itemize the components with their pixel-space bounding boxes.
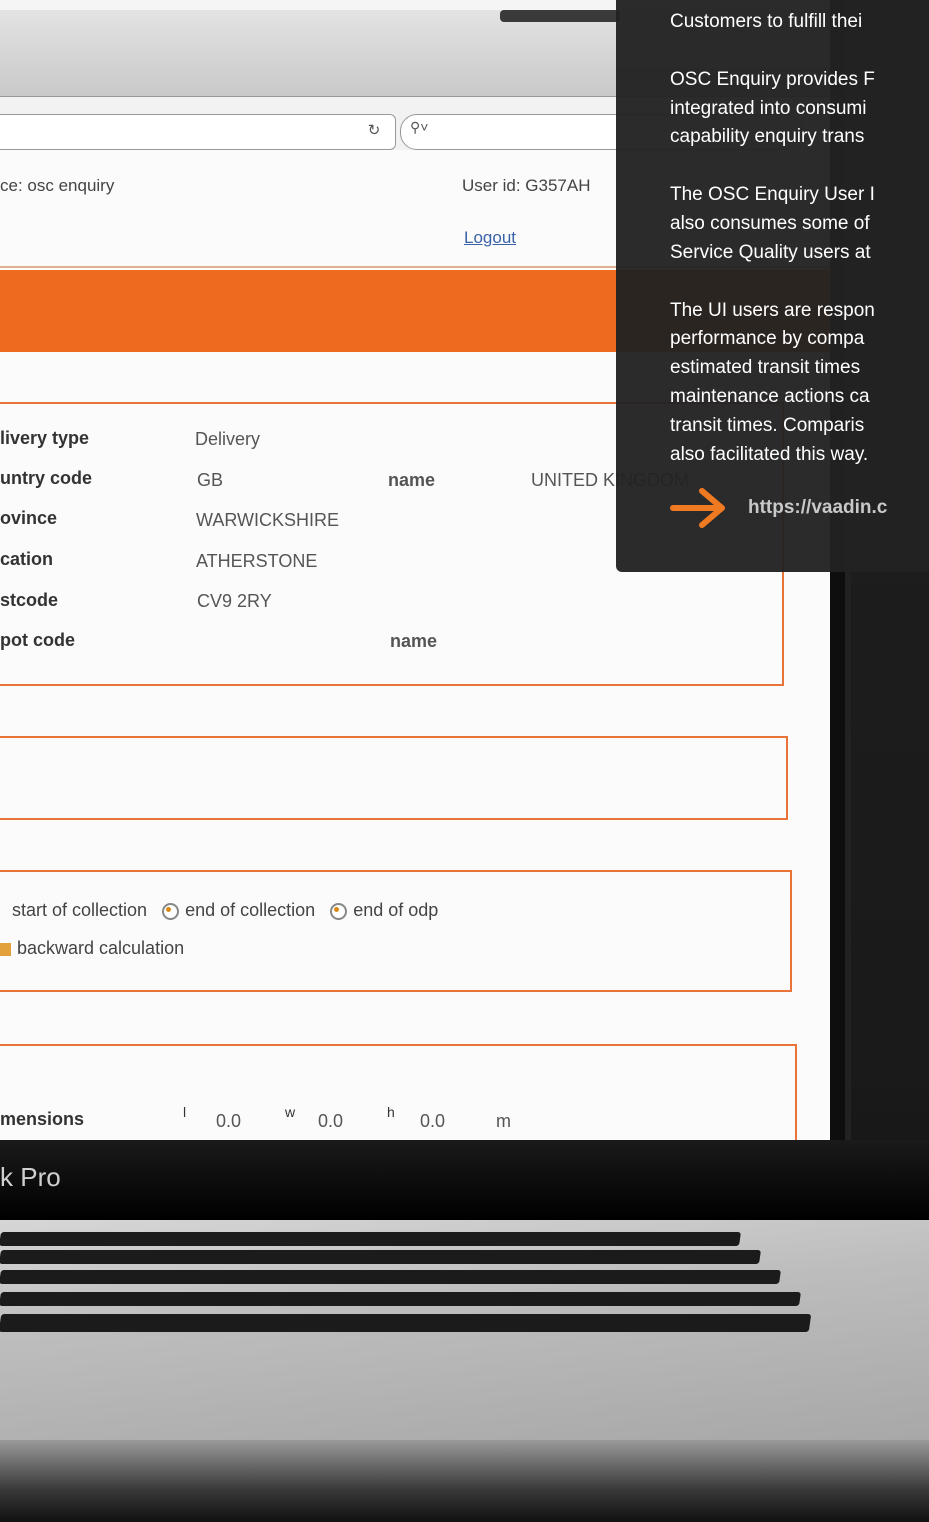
overlay-line: The UI users are respon (670, 299, 875, 321)
laptop-palmrest (0, 1440, 929, 1522)
field-label-depot-code: pot code (0, 630, 75, 650)
search-icon: ⚲˅ (410, 119, 429, 135)
dim-w-value[interactable]: 0.0 (318, 1111, 343, 1132)
dim-h-value[interactable]: 0.0 (420, 1111, 445, 1132)
service-label: ce: osc enquiry (0, 176, 115, 195)
field-label-postcode: stcode (0, 590, 59, 610)
overlay-url-link[interactable]: https://vaadin.c (748, 497, 887, 519)
empty-section (0, 736, 788, 820)
overlay-link-row[interactable]: https://vaadin.c (670, 487, 887, 529)
depot-name-label: name (390, 631, 438, 651)
overlay-line: maintenance actions ca (670, 385, 870, 407)
logout-link[interactable]: Logout (464, 228, 516, 248)
backward-calc-row: backward calculation (0, 938, 184, 959)
laptop-brand-label: k Pro (0, 1162, 61, 1192)
laptop-bezel (0, 1140, 929, 1220)
dim-h-label: h (387, 1104, 395, 1120)
dim-l-value[interactable]: 0.0 (216, 1111, 241, 1132)
option-end-of-odp[interactable]: end of odp (353, 900, 438, 920)
field-label-location: cation (0, 549, 54, 569)
field-value-postcode: CV9 2RY (197, 591, 272, 611)
overlay-line: integrated into consumi (670, 97, 867, 119)
backward-calculation-label: backward calculation (17, 938, 185, 958)
option-start-of-collection[interactable]: start of collection (12, 900, 147, 920)
user-id-label: User id: G357AH (462, 176, 591, 195)
address-bar[interactable] (0, 114, 396, 150)
calc-options-row: start of collection end of collection en… (0, 900, 438, 921)
dim-unit: m (496, 1111, 511, 1131)
overlay-line: OSC Enquiry provides F (670, 68, 875, 90)
overlay-line: transit times. Comparis (670, 414, 865, 436)
dimensions-section (0, 1044, 797, 1140)
dim-l-label: l (183, 1104, 187, 1120)
dim-w-label: w (285, 1104, 296, 1120)
overlay-line: The OSC Enquiry User I (670, 184, 875, 206)
radio-end-of-odp[interactable] (330, 902, 348, 920)
radio-end-of-collection[interactable] (162, 902, 180, 920)
field-value-province: WARWICKSHIRE (196, 510, 340, 530)
overlay-line: estimated transit times (670, 357, 861, 379)
overlay-line: also facilitated this way. (670, 443, 869, 465)
field-value-delivery-type: Delivery (195, 429, 261, 449)
field-value-country-code: GB (197, 470, 224, 490)
laptop-keyboard (0, 1220, 929, 1440)
reload-icon[interactable]: ↻ (362, 120, 386, 142)
overlay-line: performance by compa (670, 328, 865, 350)
info-overlay-panel: Customers to fulfill thei OSC Enquiry pr… (616, 0, 929, 572)
country-name-label: name (388, 470, 436, 490)
overlay-line: capability enquiry trans (670, 126, 865, 148)
backward-calculation-checkbox[interactable] (0, 942, 11, 956)
field-label-delivery-type: livery type (0, 428, 90, 448)
overlay-line: Customers to fulfill thei (670, 11, 863, 32)
field-label-province: ovince (0, 508, 58, 528)
arrow-right-icon (670, 488, 725, 528)
option-end-of-collection[interactable]: end of collection (185, 900, 315, 920)
overlay-line: Service Quality users at (670, 241, 871, 263)
calculation-options-section (0, 870, 792, 992)
dimensions-label: mensions (0, 1109, 85, 1129)
field-label-country-code: untry code (0, 468, 93, 488)
overlay-line: also consumes some of (670, 212, 870, 234)
field-value-location: ATHERSTONE (196, 551, 318, 571)
